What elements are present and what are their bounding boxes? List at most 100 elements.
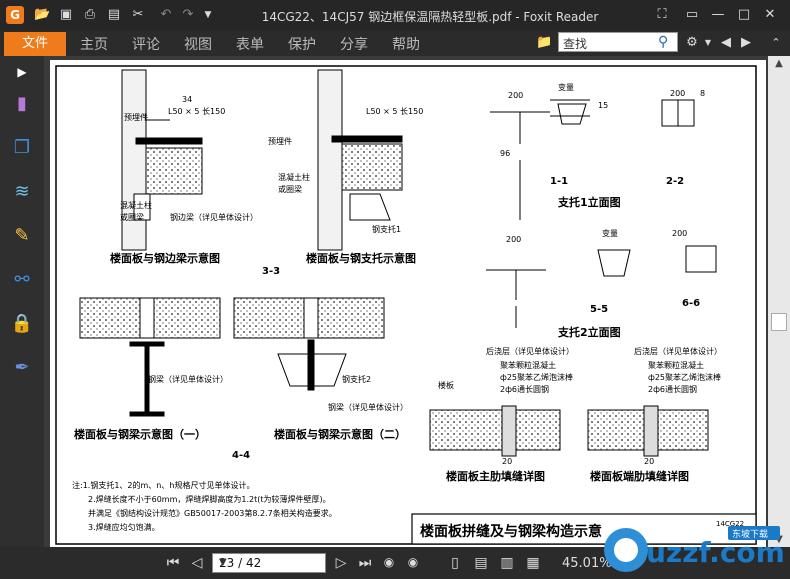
nav-back-icon[interactable]: ◀ (718, 35, 734, 51)
section-5-5: 5-5 (590, 304, 608, 315)
pages-icon[interactable]: ▮ (10, 92, 34, 116)
foam-rod-label: ф25聚苯乙烯泡沫棒 (500, 372, 573, 382)
dim-200-b: 200 (670, 89, 685, 98)
section-6-6: 6-6 (682, 298, 700, 309)
dim-8-a: 8 (700, 89, 705, 98)
main-rib-caption: 楼面板主肋填缝详图 (446, 469, 545, 483)
page-number-input[interactable]: 23 / 42 ▼ (212, 553, 326, 573)
layers-icon[interactable]: ≋ (10, 180, 34, 204)
nav-forward-icon[interactable]: ▶ (738, 35, 754, 51)
scan-icon[interactable]: ▤ (106, 7, 122, 23)
rebar-label-b: 2ф6通长圆钢 (648, 384, 697, 394)
post-layer-label: 后浇层（详见单体设计） (486, 346, 574, 356)
note-2: 2.焊缝长度不小于60mm，焊缝焊脚高度为1.2t(t为较薄焊件壁厚)。 (88, 494, 331, 504)
section-1-1: 1-1 (550, 176, 568, 187)
variable-a: 变量 (558, 82, 574, 92)
attachments-icon[interactable]: ⚯ (10, 268, 34, 292)
pdf-page-view[interactable]: 预埋件 L50 × 5 长150 34 混凝土柱 或圈梁 钢边梁（详见单体设计）… (50, 60, 766, 547)
steel-support2-label: 钢支托2 (342, 374, 371, 384)
tab-help[interactable]: 帮助 (392, 34, 420, 54)
open-folder-icon[interactable]: 📂 (34, 7, 50, 23)
section-4-4: 4-4 (232, 450, 250, 461)
engineering-drawing: 预埋件 L50 × 5 长150 34 混凝土柱 或圈梁 钢边梁（详见单体设计）… (55, 65, 757, 545)
layers-copy-icon[interactable]: ❐ (10, 136, 34, 160)
redo-icon[interactable]: ↷ (180, 7, 196, 23)
settings-gear-icon[interactable]: ⚙ (684, 35, 700, 51)
file-menu[interactable]: 文件 (4, 32, 66, 56)
minimize-button[interactable]: — (708, 6, 728, 24)
steel-beam-label: 钢梁（详见单体设计） (148, 374, 228, 384)
maximize-button[interactable]: □ (734, 6, 754, 24)
security-lock-icon[interactable]: 🔒 (10, 312, 34, 336)
tab-view[interactable]: 视图 (184, 34, 212, 54)
single-page-icon[interactable]: ▯ (446, 555, 464, 571)
poly-concrete-label: 聚苯颗粒混凝土 (500, 360, 556, 370)
tab-protect[interactable]: 保护 (288, 34, 316, 54)
collapse-ribbon-icon[interactable]: ⌃ (768, 35, 784, 51)
dim-96-a: 96 (500, 149, 510, 158)
first-page-icon[interactable]: ⏮ (164, 555, 182, 571)
search-text: 查找 (563, 37, 588, 51)
page-dropdown-icon[interactable]: ▼ (219, 557, 321, 568)
note-1: 注:1.钢支托1、2的m、n、h规格尺寸见单体设计。 (72, 480, 254, 490)
scroll-thumb[interactable] (771, 313, 787, 331)
steel-beam-label-b: 钢梁（详见单体设计） (328, 402, 408, 412)
save-icon[interactable]: ▣ (58, 7, 74, 23)
app-logo-icon[interactable]: G (6, 6, 24, 24)
facing-page-icon[interactable]: ▥ (498, 555, 516, 571)
beam-detail-one (79, 297, 221, 417)
or-beam-label: 或圈梁 (120, 212, 144, 222)
print-icon[interactable]: ⎙ (82, 7, 98, 23)
search-icon[interactable]: ⚲ (658, 34, 674, 50)
prev-page-icon[interactable]: ◁ (188, 555, 206, 571)
close-button[interactable]: ✕ (760, 6, 780, 24)
continuous-facing-icon[interactable]: ▦ (524, 555, 542, 571)
post-layer-label-b: 后浇层（详见单体设计） (634, 346, 722, 356)
snapshot-icon[interactable]: ✂ (130, 7, 146, 23)
next-view-icon[interactable]: ◉ (404, 555, 422, 569)
floor-plate-label: 楼板 (438, 380, 454, 390)
watermark-sub: 东坡下载 (732, 528, 768, 540)
steel-support1-label: 钢支托1 (372, 224, 401, 234)
last-page-icon[interactable]: ⏭ (356, 555, 374, 571)
embedded-label: 预埋件 (124, 112, 148, 122)
support2-title: 支托2立面图 (557, 325, 621, 339)
beam1-caption: 楼面板与钢梁示意图（一） (74, 427, 206, 441)
support1-title: 支托1立面图 (557, 195, 621, 209)
dim-200-d: 200 (672, 229, 687, 238)
edge-beam-caption: 楼面板与钢边梁示意图 (110, 251, 220, 265)
note-4: 3.焊缝应均匀饱满。 (88, 522, 160, 532)
signature-pen-icon[interactable]: ✒ (10, 356, 34, 380)
dim-200-c: 200 (506, 235, 521, 244)
variable-b: 变量 (602, 228, 618, 238)
expand-panel-icon[interactable]: ▶ (10, 60, 34, 84)
tab-comment[interactable]: 评论 (132, 34, 160, 54)
support-detail (317, 69, 403, 251)
search-input[interactable]: 查找 ⚲ (558, 32, 678, 52)
open-file-icon[interactable]: 📁 (536, 35, 552, 51)
frame-title: 楼面板拼缝及与钢梁构造示意 (420, 523, 602, 540)
end-rib-detail (587, 405, 709, 457)
next-page-icon[interactable]: ▷ (332, 555, 350, 571)
end-rib-caption: 楼面板端肋填缝详图 (590, 469, 689, 483)
tab-home[interactable]: 主页 (80, 34, 108, 54)
restore-ribbon-icon[interactable]: ▭ (682, 6, 702, 24)
comments-icon[interactable]: ✎ (10, 224, 34, 248)
main-rib-detail (429, 405, 561, 457)
support2-sections (486, 245, 717, 328)
tab-share[interactable]: 分享 (340, 34, 368, 54)
undo-icon[interactable]: ↶ (158, 7, 174, 23)
dim-34-label: 34 (182, 95, 192, 104)
continuous-page-icon[interactable]: ▤ (472, 555, 490, 571)
prev-view-icon[interactable]: ◉ (380, 555, 398, 569)
settings-dropdown-icon[interactable]: ▼ (700, 35, 716, 51)
watermark-logo: uzzf.com 东坡下载 (598, 520, 785, 576)
tab-form[interactable]: 表单 (236, 34, 264, 54)
vertical-scrollbar[interactable]: ▲ ▼ (768, 56, 790, 547)
section-2-2: 2-2 (666, 176, 684, 187)
fullscreen-icon[interactable]: ⛶ (652, 6, 672, 24)
customize-qa-icon[interactable]: ▼ (200, 7, 216, 23)
watermark-text: uzzf.com (646, 536, 784, 569)
scroll-up-icon[interactable]: ▲ (772, 58, 786, 69)
support-caption: 楼面板与钢支托示意图 (306, 251, 416, 265)
